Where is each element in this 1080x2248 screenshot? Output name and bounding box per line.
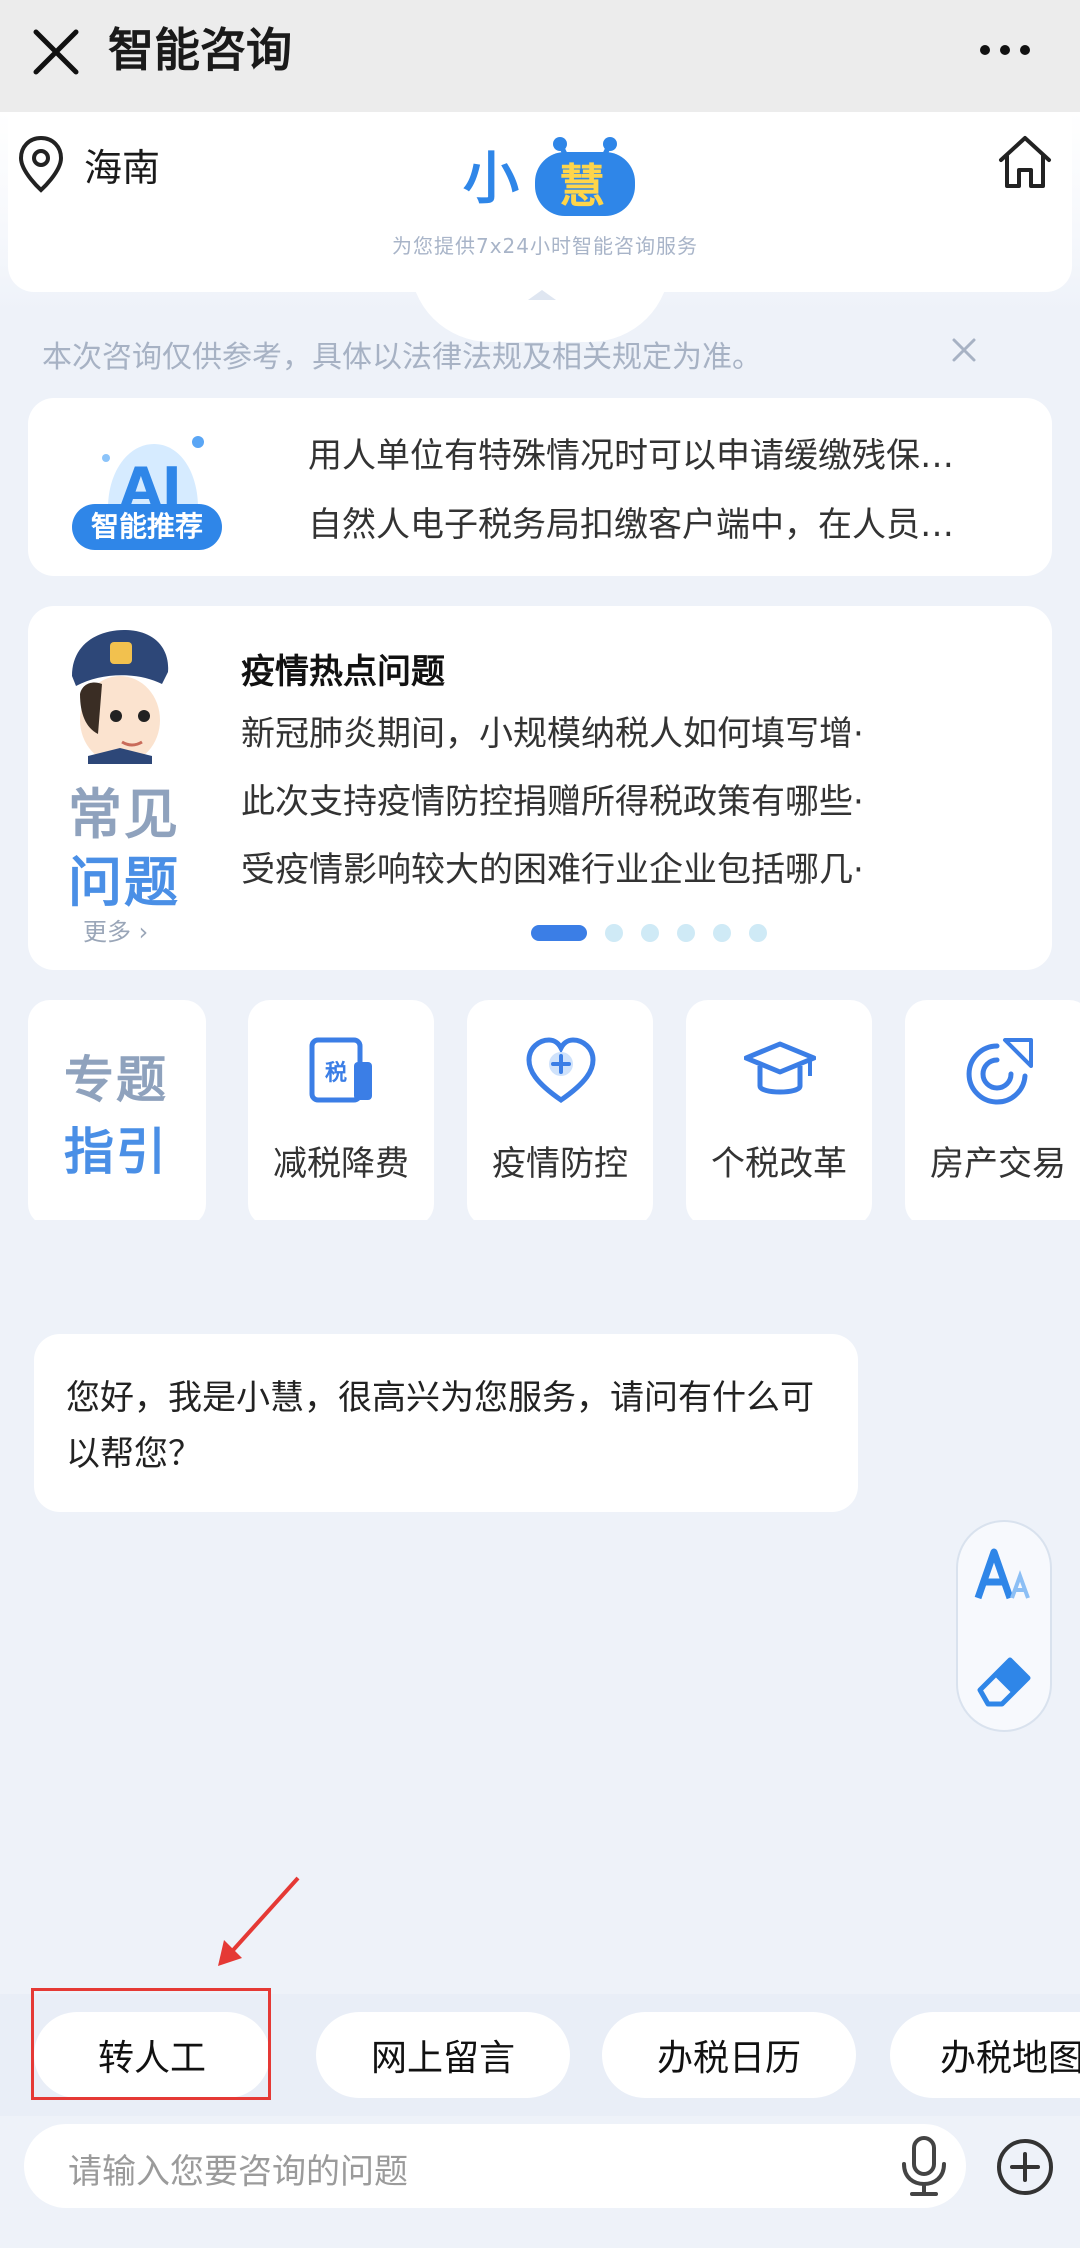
close-notice-icon[interactable] <box>948 334 980 366</box>
topic-personal-tax-reform[interactable]: 个税改革 <box>686 1000 872 1220</box>
location-pin-icon <box>18 135 64 193</box>
location-selector[interactable]: 海南 <box>16 134 160 194</box>
tax-calendar-button[interactable]: 办税日历 <box>602 2012 856 2098</box>
online-message-button[interactable]: 网上留言 <box>316 2012 570 2098</box>
topic-guide-row: 专题 指引 税 减税降费 疫情防控 个税改革 房产交易 <box>0 1000 1080 1220</box>
carousel-pagination <box>531 924 785 942</box>
recommend-item[interactable]: 自然人电子税务局扣缴客户端中，在人员… <box>308 497 1018 546</box>
topic-tax-reduction[interactable]: 税 减税降费 <box>248 1000 434 1220</box>
faq-item[interactable]: 此次支持疫情防控捐赠所得税政策有哪些· <box>241 774 991 823</box>
disclaimer-notice: 本次咨询仅供参考，具体以法律法规及相关规定为准。 <box>42 330 1042 375</box>
recommend-item[interactable]: 用人单位有特殊情况时可以申请缓缴残保… <box>308 428 1018 477</box>
tax-icon: 税 <box>306 1036 378 1108</box>
topic-guide-line1: 专题 <box>64 1051 168 1109</box>
font-size-icon[interactable] <box>972 1542 1036 1606</box>
close-icon[interactable] <box>28 24 84 80</box>
collapse-caret-icon[interactable] <box>528 290 556 300</box>
ai-recommend-badge: AI 智能推荐 <box>58 422 236 556</box>
chevron-right-icon: › <box>131 918 149 946</box>
input-placeholder: 请输入您要咨询的问题 <box>68 2152 408 2192</box>
topic-property-transaction[interactable]: 房产交易 <box>905 1000 1080 1220</box>
pagination-dot[interactable] <box>641 924 659 942</box>
question-input[interactable]: 请输入您要咨询的问题 <box>24 2124 966 2208</box>
svg-text:慧: 慧 <box>559 159 605 213</box>
topic-label: 减税降费 <box>273 1144 409 1184</box>
title-bar: 智能咨询 <box>0 0 1080 112</box>
topic-epidemic-control[interactable]: 疫情防控 <box>467 1000 653 1220</box>
add-attachment-icon[interactable] <box>994 2136 1056 2198</box>
heart-plus-icon <box>525 1036 597 1108</box>
floating-tools <box>956 1520 1052 1732</box>
xiaohui-logo: 小 慧 <box>455 130 645 220</box>
svg-text:小: 小 <box>463 147 519 212</box>
disclaimer-text: 本次咨询仅供参考，具体以法律法规及相关规定为准。 <box>42 340 762 375</box>
bot-greeting-message: 您好，我是小慧，很高兴为您服务，请问有什么可以帮您？ <box>34 1334 858 1512</box>
faq-section-title: 疫情热点问题 <box>241 652 445 692</box>
faq-more-label: 更多 <box>83 918 131 946</box>
topic-label: 个税改革 <box>711 1144 847 1184</box>
pie-chart-icon <box>963 1036 1035 1108</box>
hero-header: 海南 小 慧 为您提供7x24小时智能咨询服务 <box>0 112 1080 342</box>
tax-officer-avatar <box>58 624 178 764</box>
pagination-dot-active[interactable] <box>531 925 587 941</box>
location-label: 海南 <box>84 145 161 190</box>
page-title: 智能咨询 <box>108 23 292 77</box>
annotation-highlight-box <box>31 1988 271 2100</box>
annotation-arrow <box>210 1870 310 1970</box>
graduation-cap-icon <box>743 1036 817 1108</box>
svg-text:智能推荐: 智能推荐 <box>91 510 203 543</box>
pagination-dot[interactable] <box>605 924 623 942</box>
pagination-dot[interactable] <box>713 924 731 942</box>
input-bar: 请输入您要咨询的问题 <box>0 2116 1080 2248</box>
faq-item[interactable]: 新冠肺炎期间，小规模纳税人如何填写增· <box>241 706 991 755</box>
faq-item[interactable]: 受疫情影响较大的困难行业企业包括哪几· <box>241 842 991 891</box>
pagination-dot[interactable] <box>677 924 695 942</box>
home-icon[interactable] <box>995 132 1055 192</box>
topic-guide-line2: 指引 <box>64 1123 168 1181</box>
smart-recommend-card: AI 智能推荐 用人单位有特殊情况时可以申请缓缴残保… 自然人电子税务局扣缴客户… <box>28 398 1052 576</box>
faq-more-link[interactable]: 更多 › <box>83 912 148 947</box>
eraser-icon[interactable] <box>972 1644 1036 1708</box>
more-options-icon[interactable] <box>975 30 1035 70</box>
topic-label: 疫情防控 <box>492 1144 628 1184</box>
pagination-dot[interactable] <box>749 924 767 942</box>
tax-map-button[interactable]: 办税地图 <box>890 2012 1080 2098</box>
topic-guide-label: 专题 指引 <box>28 1000 206 1220</box>
microphone-icon[interactable] <box>894 2134 954 2198</box>
faq-label-line2: 问题 <box>68 851 180 914</box>
slogan: 为您提供7x24小时智能咨询服务 <box>391 234 698 258</box>
topic-label: 房产交易 <box>930 1144 1066 1184</box>
faq-card: 常见 问题 更多 › 疫情热点问题 新冠肺炎期间，小规模纳税人如何填写增· 此次… <box>28 606 1052 970</box>
svg-text:税: 税 <box>325 1060 347 1086</box>
